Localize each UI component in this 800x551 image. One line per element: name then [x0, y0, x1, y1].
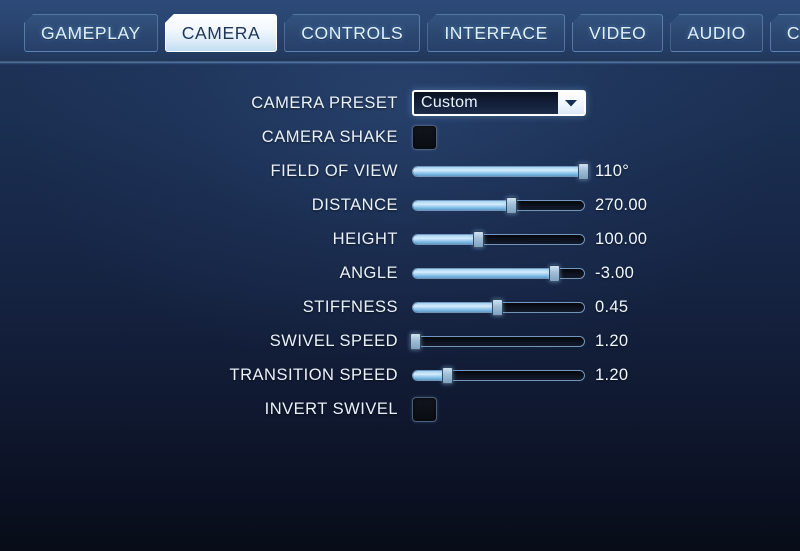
slider-distance[interactable]: [412, 197, 585, 214]
tab-controls[interactable]: CONTROLS: [284, 14, 421, 52]
slider-fill: [413, 167, 583, 176]
setting-label-angle: ANGLE: [339, 263, 398, 282]
slider-handle[interactable]: [578, 163, 590, 180]
setting-label-camera-shake: CAMERA SHAKE: [261, 127, 398, 146]
tab-video[interactable]: VIDEO: [571, 14, 664, 52]
setting-label-field-of-view: FIELD OF VIEW: [270, 161, 398, 180]
setting-row-transition-speed: TRANSITION SPEED 1.20: [0, 358, 800, 392]
tab-label: INTERFACE: [444, 22, 548, 43]
setting-control-field-of-view: [412, 163, 590, 180]
dropdown-value: Custom: [421, 94, 478, 111]
camera-settings-form: CAMERA PRESET Custom CAMERA SHAKE FIELD OF …: [0, 86, 800, 426]
checkbox-camera-shake[interactable]: [412, 124, 437, 150]
setting-value-angle: -3.00: [595, 263, 635, 282]
slider-handle[interactable]: [472, 231, 484, 248]
slider-stiffness[interactable]: [412, 299, 585, 316]
setting-control-invert-swivel: [412, 396, 437, 422]
tab-label: AUDIO: [687, 22, 746, 43]
setting-label-swivel-speed: SWIVEL SPEED: [269, 331, 398, 350]
setting-control-distance: [412, 197, 585, 214]
slider-field-of-view[interactable]: [412, 163, 590, 180]
slider-track[interactable]: [412, 166, 585, 177]
tab-interface[interactable]: INTERFACE: [427, 14, 565, 52]
tab-camera[interactable]: CAMERA: [164, 14, 278, 52]
setting-value-field-of-view: 110°: [595, 161, 630, 180]
slider-track[interactable]: [412, 200, 585, 211]
dropdown-camera-preset[interactable]: Custom: [412, 90, 586, 116]
dropdown-arrow-icon[interactable]: [558, 92, 584, 114]
tab-label: VIDEO: [588, 22, 647, 43]
setting-row-camera-shake: CAMERA SHAKE: [0, 120, 800, 154]
setting-label-stiffness: STIFFNESS: [302, 297, 398, 316]
setting-row-angle: ANGLE -3.00: [0, 256, 800, 290]
slider-fill: [413, 235, 478, 244]
setting-row-field-of-view: FIELD OF VIEW 110°: [0, 154, 800, 188]
setting-value-transition-speed: 1.20: [595, 365, 629, 384]
setting-control-swivel-speed: [410, 333, 585, 350]
setting-control-transition-speed: [412, 367, 585, 384]
slider-handle[interactable]: [505, 197, 517, 214]
slider-fill: [413, 303, 497, 312]
setting-control-angle: [412, 265, 585, 282]
setting-row-distance: DISTANCE 270.00: [0, 188, 800, 222]
slider-track[interactable]: [412, 370, 585, 381]
tab-label: CHAT: [786, 22, 800, 43]
setting-value-swivel-speed: 1.20: [595, 331, 629, 350]
setting-row-invert-swivel: INVERT SWIVEL: [0, 392, 800, 426]
setting-control-camera-shake: [412, 124, 437, 150]
tab-label: GAMEPLAY: [41, 22, 141, 43]
setting-value-height: 100.00: [595, 229, 648, 248]
slider-swivel-speed[interactable]: [410, 333, 585, 350]
setting-label-transition-speed: TRANSITION SPEED: [229, 365, 398, 384]
tab-audio[interactable]: AUDIO: [670, 14, 763, 52]
slider-transition-speed[interactable]: [412, 367, 585, 384]
slider-handle[interactable]: [491, 299, 503, 316]
setting-row-swivel-speed: SWIVEL SPEED 1.20: [0, 324, 800, 358]
setting-label-distance: DISTANCE: [311, 195, 398, 214]
setting-row-camera-preset: CAMERA PRESET Custom: [0, 86, 800, 120]
slider-handle[interactable]: [441, 367, 453, 384]
setting-label-camera-preset: CAMERA PRESET: [251, 93, 398, 112]
tab-label: CAMERA: [181, 22, 261, 43]
checkbox-invert-swivel[interactable]: [412, 396, 437, 422]
setting-value-stiffness: 0.45: [595, 297, 629, 316]
setting-control-height: [412, 231, 585, 248]
tab-bar-underline: [0, 62, 800, 65]
tab-bar: GAMEPLAY CAMERA CONTROLS INTERFACE VIDEO AUDI…: [0, 0, 800, 62]
setting-label-invert-swivel: INVERT SWIVEL: [264, 399, 398, 418]
slider-height[interactable]: [412, 231, 585, 248]
slider-track[interactable]: [412, 234, 585, 245]
slider-handle[interactable]: [548, 265, 560, 282]
setting-control-stiffness: [412, 299, 585, 316]
setting-control-camera-preset: Custom: [412, 90, 586, 116]
tab-gameplay[interactable]: GAMEPLAY: [24, 14, 158, 52]
tab-list: GAMEPLAY CAMERA CONTROLS INTERFACE VIDEO AUDI…: [24, 14, 800, 52]
slider-handle[interactable]: [410, 333, 422, 350]
setting-value-distance: 270.00: [595, 195, 648, 214]
setting-row-height: HEIGHT 100.00: [0, 222, 800, 256]
slider-fill: [413, 269, 554, 278]
setting-row-stiffness: STIFFNESS 0.45: [0, 290, 800, 324]
tab-chat[interactable]: CHAT: [769, 14, 800, 52]
setting-label-height: HEIGHT: [332, 229, 398, 248]
slider-track[interactable]: [412, 336, 585, 347]
slider-fill: [413, 201, 511, 210]
slider-angle[interactable]: [412, 265, 585, 282]
settings-screen: GAMEPLAY CAMERA CONTROLS INTERFACE VIDEO AUDI…: [0, 0, 800, 551]
tab-label: CONTROLS: [301, 22, 404, 43]
